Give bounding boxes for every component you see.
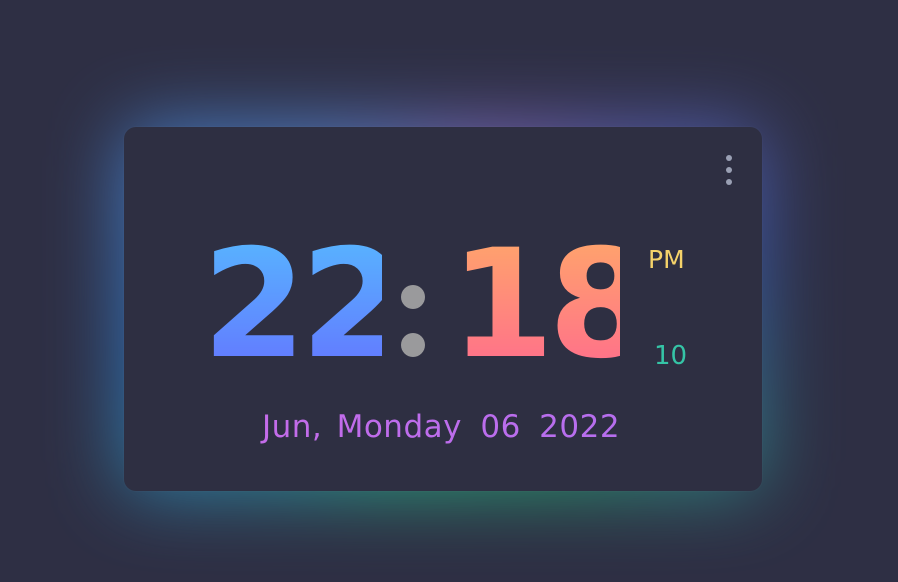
hours-value: 22 <box>202 218 405 392</box>
period-label: PM <box>648 245 685 274</box>
more-vertical-icon <box>726 155 732 161</box>
colon-dot-top <box>401 285 425 309</box>
date-year: 2022 <box>539 409 621 445</box>
stage: 22 18 PM 10 Jun, Monday 06 2022 <box>0 0 898 582</box>
minutes-value: 18 <box>450 218 653 392</box>
colon-dot-bottom <box>401 333 425 357</box>
more-vertical-icon-dot <box>726 167 732 173</box>
seconds-value: 10 <box>654 341 688 371</box>
date-day: 06 <box>480 409 521 445</box>
clock-card: 22 18 PM 10 Jun, Monday 06 2022 <box>124 127 762 491</box>
date-weekday: Monday <box>336 409 462 445</box>
date-display: Jun, Monday 06 2022 <box>124 409 762 445</box>
more-vertical-icon-dot <box>726 179 732 185</box>
date-month: Jun, <box>261 409 323 445</box>
more-options-button[interactable] <box>722 153 736 187</box>
